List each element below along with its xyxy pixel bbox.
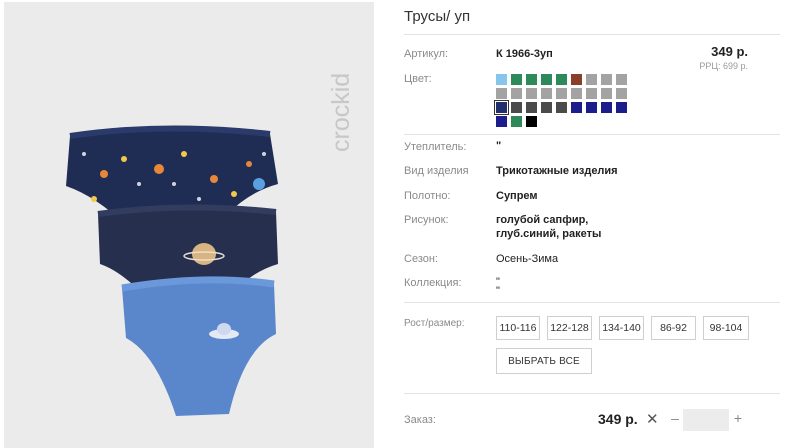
season-value: Осень-Зима bbox=[496, 253, 559, 265]
article-label: Артикул: bbox=[404, 48, 449, 60]
color-swatch[interactable] bbox=[496, 74, 507, 85]
color-swatch[interactable] bbox=[526, 102, 537, 113]
type-label: Вид изделия bbox=[404, 165, 469, 177]
color-swatches bbox=[494, 74, 636, 127]
divider-order bbox=[404, 393, 780, 394]
color-swatch[interactable] bbox=[556, 74, 567, 85]
pattern-value-line2: глуб.синий, ракеты bbox=[496, 228, 602, 240]
color-swatch[interactable] bbox=[571, 74, 582, 85]
quantity-increase-button[interactable]: + bbox=[732, 410, 744, 426]
type-value: Трикотажные изделия bbox=[496, 165, 618, 177]
size-option-122-128[interactable]: 122-128 bbox=[547, 316, 592, 340]
color-label: Цвет: bbox=[404, 73, 432, 85]
remove-item-icon[interactable]: ✕ bbox=[646, 410, 659, 428]
color-swatch[interactable] bbox=[616, 102, 627, 113]
order-price: 349 р. bbox=[598, 411, 638, 427]
order-label: Заказ: bbox=[404, 414, 436, 426]
color-swatch[interactable] bbox=[571, 88, 582, 99]
color-swatch[interactable] bbox=[586, 88, 597, 99]
color-swatch[interactable] bbox=[511, 88, 522, 99]
color-swatch[interactable] bbox=[571, 102, 582, 113]
article-value: К 1966-3уп bbox=[496, 48, 553, 60]
divider-sizes bbox=[404, 302, 780, 303]
size-option-134-140[interactable]: 134-140 bbox=[599, 316, 644, 340]
product-photo bbox=[66, 125, 278, 416]
product-price: 349 р. bbox=[711, 44, 748, 59]
color-swatch[interactable] bbox=[586, 102, 597, 113]
color-swatch[interactable] bbox=[541, 88, 552, 99]
pattern-value-line1: голубой сапфир, bbox=[496, 214, 589, 226]
brand-logo: crockid bbox=[327, 73, 355, 152]
size-options: 110-116 122-128 134-140 86-92 98-104 bbox=[496, 316, 749, 340]
divider-colors bbox=[404, 134, 780, 135]
rrp-price: РРЦ: 699 р. bbox=[699, 61, 748, 71]
color-swatch[interactable] bbox=[601, 74, 612, 85]
color-swatch[interactable] bbox=[496, 88, 507, 99]
select-all-sizes-button[interactable]: ВЫБРАТЬ ВСЕ bbox=[496, 348, 592, 374]
divider-top bbox=[404, 34, 780, 35]
color-swatch[interactable] bbox=[556, 102, 567, 113]
insulation-label: Утеплитель: bbox=[404, 141, 467, 153]
color-swatch[interactable] bbox=[616, 88, 627, 99]
color-swatch[interactable] bbox=[541, 74, 552, 85]
color-swatch[interactable] bbox=[586, 74, 597, 85]
color-swatch[interactable] bbox=[494, 100, 509, 115]
color-swatch[interactable] bbox=[511, 102, 522, 113]
insulation-value: " bbox=[496, 140, 502, 152]
collection-value-line2: " bbox=[496, 285, 500, 297]
product-title: Трусы/ уп bbox=[404, 8, 471, 25]
pattern-label: Рисунок: bbox=[404, 214, 449, 226]
color-swatch[interactable] bbox=[496, 116, 507, 127]
season-label: Сезон: bbox=[404, 253, 438, 265]
size-option-98-104[interactable]: 98-104 bbox=[703, 316, 749, 340]
briefs-light-blue bbox=[121, 276, 276, 416]
size-option-86-92[interactable]: 86-92 bbox=[651, 316, 696, 340]
product-image-panel[interactable]: crockid bbox=[4, 2, 374, 448]
collection-label: Коллекция: bbox=[404, 277, 462, 289]
color-swatch[interactable] bbox=[601, 102, 612, 113]
color-swatch[interactable] bbox=[526, 88, 537, 99]
color-swatch[interactable] bbox=[601, 88, 612, 99]
size-label: Рост/размер: bbox=[404, 318, 465, 329]
color-swatch[interactable] bbox=[616, 74, 627, 85]
fabric-label: Полотно: bbox=[404, 190, 451, 202]
color-swatch[interactable] bbox=[526, 116, 537, 127]
quantity-input[interactable] bbox=[683, 409, 729, 431]
size-option-110-116[interactable]: 110-116 bbox=[496, 316, 540, 340]
fabric-value: Супрем bbox=[496, 190, 538, 202]
color-swatch[interactable] bbox=[511, 116, 522, 127]
color-swatch[interactable] bbox=[556, 88, 567, 99]
quantity-decrease-button[interactable]: – bbox=[668, 410, 682, 426]
brand-logo-text: crockid bbox=[327, 73, 355, 152]
color-swatch[interactable] bbox=[526, 74, 537, 85]
color-swatch[interactable] bbox=[541, 102, 552, 113]
color-swatch[interactable] bbox=[511, 74, 522, 85]
